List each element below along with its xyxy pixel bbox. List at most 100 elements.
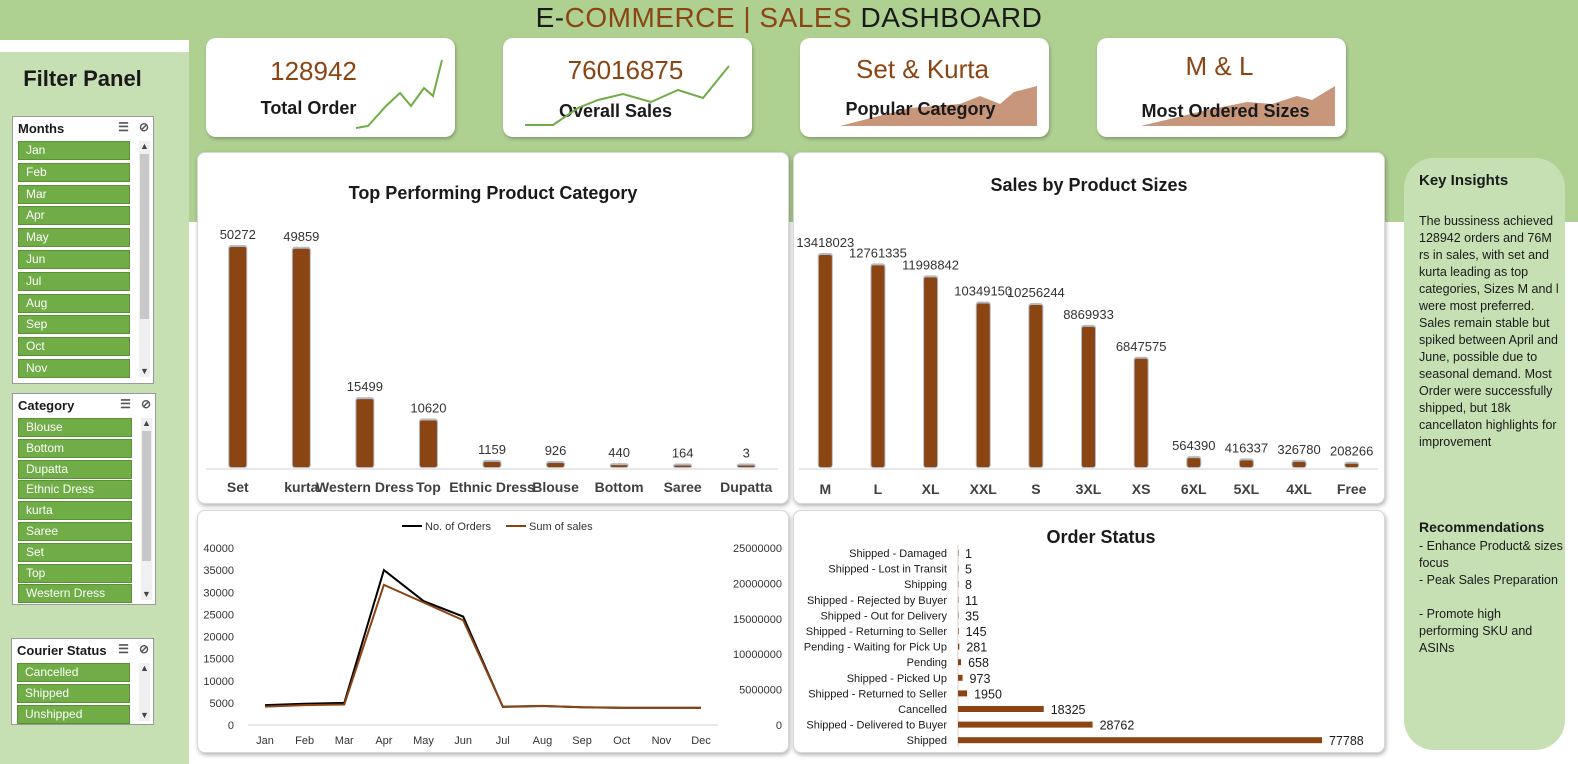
kpi-value: Set & Kurta bbox=[856, 54, 989, 84]
category-label: Dupatta bbox=[720, 479, 772, 495]
filter-panel-title: Filter Panel bbox=[23, 66, 142, 91]
slicer-item[interactable]: Jan bbox=[18, 141, 130, 160]
slicer-item[interactable]: Saree bbox=[18, 522, 132, 541]
slicer-item[interactable]: Unshipped bbox=[17, 704, 130, 724]
slicer-item[interactable]: Set bbox=[18, 542, 132, 562]
slicer-item[interactable]: Bottom bbox=[18, 438, 132, 458]
data-label: 15499 bbox=[347, 379, 383, 394]
slicer-item[interactable]: Aug bbox=[18, 293, 130, 313]
clear-filter-icon[interactable]: ⊘ bbox=[141, 397, 151, 411]
y-tick-right: 10000000 bbox=[733, 649, 782, 661]
slicer-item[interactable]: Cancelled bbox=[17, 663, 130, 682]
order-status-panel: Order Status Shipped - Damaged 1 Shipped -… bbox=[793, 510, 1385, 753]
scroll-down-icon[interactable]: ▼ bbox=[141, 589, 152, 600]
kpi-card-overall-sales: 76016875 Overall Sales bbox=[503, 38, 752, 137]
kpi-card-total-order: 128942 Total Order bbox=[206, 38, 455, 137]
recommendations-title: Recommendations bbox=[1419, 519, 1545, 535]
slicer-item[interactable]: May bbox=[18, 228, 130, 248]
slicer-item[interactable]: Mar bbox=[18, 184, 130, 204]
data-label: 11998842 bbox=[902, 257, 959, 272]
slicer-item[interactable]: Ethnic Dress bbox=[18, 480, 132, 500]
slicer-item[interactable]: Feb bbox=[18, 162, 130, 182]
clear-filter-icon[interactable]: ⊘ bbox=[139, 642, 149, 656]
months-slicer-header: Months ☰ ⊘ bbox=[13, 117, 153, 139]
status-bar bbox=[958, 706, 1044, 712]
y-tick-right: 15000000 bbox=[733, 614, 782, 626]
slicer-item[interactable]: Dupatta bbox=[18, 459, 132, 479]
data-label: 12761335 bbox=[849, 245, 907, 260]
category-label: XXL bbox=[970, 481, 998, 497]
courier-scrollbar[interactable]: ▲ ▼ bbox=[139, 663, 150, 721]
series-line bbox=[264, 568, 701, 709]
data-label: 28762 bbox=[1100, 719, 1135, 733]
category-label: L bbox=[874, 481, 883, 497]
x-tick: Jan bbox=[256, 735, 274, 747]
bar bbox=[924, 277, 938, 467]
data-label: 1950 bbox=[974, 687, 1002, 701]
data-label: 3 bbox=[743, 446, 750, 461]
multi-select-icon[interactable]: ☰ bbox=[120, 397, 131, 411]
data-label: 18325 bbox=[1051, 703, 1086, 717]
size-bar-chart: 13418023 M 12761335 L 11998842 XL 10349150 XXL 1… bbox=[796, 235, 1378, 497]
recommendation-item: - Enhance Product& sizes focus bbox=[1419, 539, 1563, 570]
data-label: 10349150 bbox=[954, 283, 1012, 298]
scroll-thumb[interactable] bbox=[140, 154, 149, 319]
data-label: 10256244 bbox=[1007, 285, 1065, 300]
status-label: Shipped - Delivered to Buyer bbox=[806, 720, 947, 732]
courier-slicer-header: Courier Status ☰ ⊘ bbox=[12, 639, 153, 661]
monthly-trend-line-chart: 4000035000300002500020000150001000050000… bbox=[203, 521, 782, 747]
status-label: Shipped - Returned to Seller bbox=[808, 688, 947, 700]
slicer-item[interactable]: Jun bbox=[18, 250, 130, 269]
category-label: Saree bbox=[664, 479, 702, 495]
data-label: 1159 bbox=[478, 442, 506, 457]
scroll-up-icon[interactable]: ▲ bbox=[139, 141, 150, 152]
x-tick: Mar bbox=[335, 735, 354, 747]
scroll-thumb[interactable] bbox=[142, 431, 151, 561]
scroll-down-icon[interactable]: ▼ bbox=[139, 366, 150, 377]
status-label: Shipped - Rejected by Buyer bbox=[807, 595, 947, 607]
multi-select-icon[interactable]: ☰ bbox=[118, 642, 129, 656]
slicer-item[interactable]: Nov bbox=[18, 359, 130, 378]
slicer-item[interactable]: Apr bbox=[18, 206, 130, 226]
title-suffix: DASHBOARD bbox=[852, 2, 1043, 33]
status-bar bbox=[958, 612, 959, 619]
y-tick-left: 30000 bbox=[203, 587, 234, 599]
slicer-item[interactable]: Top bbox=[18, 563, 132, 583]
bar bbox=[1082, 326, 1095, 467]
legend-label: Sum of sales bbox=[529, 521, 593, 533]
multi-select-icon[interactable]: ☰ bbox=[118, 120, 129, 134]
clear-filter-icon[interactable]: ⊘ bbox=[139, 120, 149, 134]
slicer-item[interactable]: Western Dress bbox=[18, 584, 132, 604]
slicer-item[interactable]: Shipped bbox=[17, 683, 130, 703]
months-scrollbar[interactable]: ▲ ▼ bbox=[139, 141, 150, 377]
category-label: Top bbox=[416, 479, 441, 495]
category-scrollbar[interactable]: ▲ ▼ bbox=[141, 418, 152, 600]
y-tick-right: 0 bbox=[776, 720, 782, 732]
slicer-item[interactable]: kurta bbox=[18, 501, 132, 521]
category-slicer-list: Blouse Bottom Dupatta Ethnic Dress kurta Sare… bbox=[13, 416, 155, 604]
scroll-down-icon[interactable]: ▼ bbox=[139, 710, 150, 721]
slicer-item[interactable]: Blouse bbox=[18, 418, 132, 437]
data-label: 5 bbox=[965, 563, 972, 577]
data-label: 11 bbox=[965, 594, 978, 608]
scroll-up-icon[interactable]: ▲ bbox=[141, 418, 152, 429]
y-tick-left: 40000 bbox=[203, 543, 234, 555]
slicer-item[interactable]: Jul bbox=[18, 271, 130, 291]
x-tick: Jul bbox=[496, 735, 510, 747]
scroll-up-icon[interactable]: ▲ bbox=[139, 663, 150, 674]
title-sales: SALES bbox=[759, 2, 853, 33]
status-bar bbox=[958, 690, 968, 697]
bar bbox=[976, 303, 990, 467]
trend-chart-panel: 40000 35000 30000 25000 20000 15000 10000 5000 0… bbox=[197, 510, 789, 753]
slicer-item[interactable]: Oct bbox=[18, 337, 130, 357]
data-label: 326780 bbox=[1277, 442, 1320, 457]
courier-status-slicer: Courier Status ☰ ⊘ Cancelled Shipped Unshi… bbox=[11, 638, 154, 725]
data-label: 973 bbox=[970, 672, 991, 686]
bar bbox=[818, 255, 832, 467]
slicer-item[interactable]: Sep bbox=[18, 315, 130, 335]
bar bbox=[547, 462, 565, 467]
data-label: 35 bbox=[965, 609, 979, 623]
months-slicer: Months ☰ ⊘ Jan Feb Mar Apr May Jun Jul Aug Sep Oc… bbox=[12, 116, 154, 384]
data-label: 416337 bbox=[1225, 440, 1268, 455]
x-tick: Feb bbox=[295, 735, 314, 747]
